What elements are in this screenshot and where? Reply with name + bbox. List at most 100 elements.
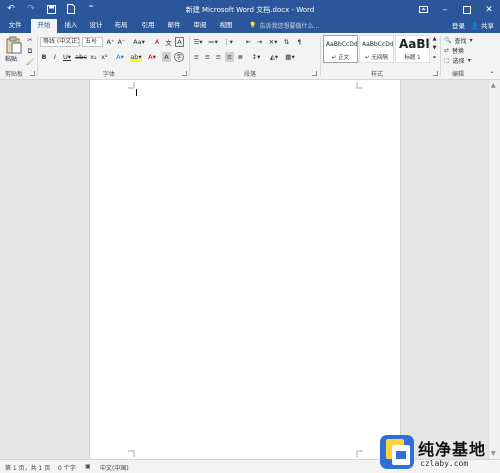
align-left-icon[interactable]: ≡ — [192, 52, 201, 62]
proofing-icon[interactable]: ▣ — [85, 463, 91, 470]
page-count[interactable]: 第 1 页，共 1 页 — [5, 463, 50, 472]
vertical-scrollbar[interactable]: ▲ ▼ — [488, 80, 500, 459]
title-bar: ↶ ↷ ⁼ 新建 Microsoft Word 文档.docx - Word –… — [0, 0, 500, 19]
tab-layout[interactable]: 布局 — [110, 19, 132, 33]
justify-icon[interactable]: ≡ — [225, 52, 234, 62]
chinese-layout-icon[interactable]: ✕▾ — [268, 37, 278, 47]
text-cursor — [136, 89, 137, 96]
align-right-icon[interactable]: ≡ — [214, 52, 223, 62]
replace-label: 替换 — [452, 48, 465, 55]
font-name-select[interactable]: 等线 (中文正文) — [40, 37, 80, 47]
styles-group-label: 样式 — [371, 71, 384, 78]
share-button[interactable]: 👤 共享 — [471, 20, 494, 30]
distributed-icon[interactable]: ≣ — [236, 52, 245, 62]
tab-view[interactable]: 视图 — [215, 19, 237, 33]
clipboard-group-label: 剪贴板 — [5, 71, 24, 78]
tab-file[interactable]: 文件 — [4, 19, 26, 33]
chevron-down-icon: ▾ — [467, 57, 471, 64]
sort-icon[interactable]: ⇅ — [282, 37, 291, 47]
enclose-char-icon[interactable]: 字 — [174, 52, 184, 62]
select-label: 选择 — [452, 58, 465, 65]
line-spacing-icon[interactable]: ↕▾ — [250, 52, 262, 62]
margin-corner-mark — [356, 82, 363, 89]
style-normal[interactable]: AaBbCcDd ↵ 正文 — [323, 35, 358, 63]
char-border-icon[interactable]: A — [175, 37, 184, 47]
bold-icon[interactable]: B — [40, 52, 48, 62]
styles-scroll-up-icon[interactable]: ▲ — [431, 35, 438, 43]
grow-font-icon[interactable]: A⁺ — [106, 37, 115, 47]
tab-mailings[interactable]: 邮件 — [163, 19, 185, 33]
close-icon[interactable]: ✕ — [478, 0, 500, 19]
italic-icon[interactable]: I — [51, 52, 59, 62]
clipboard-launcher-icon[interactable] — [30, 71, 35, 76]
font-color-icon[interactable]: A▾ — [146, 52, 158, 62]
signin-link[interactable]: 登录 — [452, 20, 465, 30]
align-center-icon[interactable]: ≡ — [203, 52, 212, 62]
tab-design[interactable]: 设计 — [85, 19, 107, 33]
style-no-spacing[interactable]: AaBbCcDd ↵ 无间隔 — [359, 35, 394, 63]
phonetic-guide-icon[interactable]: 文 — [164, 37, 173, 47]
new-doc-icon[interactable] — [64, 3, 78, 15]
font-group-label: 字体 — [103, 71, 116, 78]
save-icon[interactable] — [44, 3, 58, 15]
chevron-down-icon: ▾ — [469, 37, 473, 44]
watermark-url: czlaby.com — [420, 459, 469, 468]
style-heading-1[interactable]: AaBl 标题 1 — [395, 35, 430, 63]
paste-button[interactable]: 粘贴 — [5, 54, 17, 63]
ribbon-display-icon[interactable] — [412, 0, 434, 19]
change-case-icon[interactable]: Aa▾ — [132, 37, 146, 47]
style-sample: AaBbCcDd — [362, 41, 394, 48]
select-button[interactable]: ⬚ 选择 ▾ — [444, 56, 471, 65]
minimize-icon[interactable]: – — [434, 0, 456, 19]
borders-icon[interactable]: ▦▾ — [284, 52, 296, 62]
tab-insert[interactable]: 插入 — [60, 19, 82, 33]
clear-format-icon[interactable]: A̸ — [152, 37, 162, 47]
shrink-font-icon[interactable]: A⁻ — [117, 37, 126, 47]
font-launcher-icon[interactable] — [182, 71, 187, 76]
numbering-icon[interactable]: ≔▾ — [207, 37, 219, 47]
multilevel-list-icon[interactable]: ⋮▾ — [222, 37, 234, 47]
underline-icon[interactable]: U▾ — [62, 52, 72, 62]
highlight-icon[interactable]: ab▾ — [130, 52, 142, 62]
paragraph-launcher-icon[interactable] — [312, 71, 317, 76]
cut-icon[interactable]: ✂ — [26, 36, 34, 44]
style-sample: AaBbCcDd — [326, 41, 358, 48]
group-divider — [440, 36, 441, 76]
shading-icon[interactable]: ◭▾ — [268, 52, 280, 62]
show-marks-icon[interactable]: ¶ — [295, 37, 304, 47]
tab-references[interactable]: 引用 — [137, 19, 159, 33]
subscript-icon[interactable]: x₂ — [89, 52, 98, 62]
decrease-indent-icon[interactable]: ⇤ — [244, 37, 253, 47]
language-indicator[interactable]: 中文(中国) — [100, 463, 129, 472]
watermark: 纯净基地 czlaby.com — [376, 430, 500, 473]
scroll-up-icon[interactable]: ▲ — [491, 82, 496, 89]
char-shading-icon[interactable]: A — [162, 52, 171, 62]
copy-icon[interactable]: ⧉ — [26, 47, 34, 55]
text-effects-icon[interactable]: A▾ — [114, 52, 126, 62]
find-button[interactable]: 🔍 查找 ▾ — [444, 36, 473, 45]
styles-launcher-icon[interactable] — [433, 71, 438, 76]
style-label: 标题 1 — [404, 55, 421, 61]
styles-scroll-down-icon[interactable]: ▼ — [431, 44, 438, 52]
increase-indent-icon[interactable]: ⇥ — [255, 37, 264, 47]
styles-more-icon[interactable]: ⏷ — [431, 54, 438, 62]
find-label: 查找 — [454, 38, 467, 45]
format-painter-icon[interactable]: 🖌 — [26, 58, 34, 66]
tab-review[interactable]: 审阅 — [189, 19, 211, 33]
collapse-ribbon-icon[interactable]: ⌃ — [488, 71, 496, 78]
document-page[interactable] — [89, 80, 401, 459]
tab-home[interactable]: 开始 — [31, 19, 57, 33]
replace-button[interactable]: ⇄ 替换 — [444, 46, 464, 55]
maximize-icon[interactable] — [456, 0, 478, 19]
font-size-select[interactable]: 五号 — [82, 37, 103, 47]
strikethrough-icon[interactable]: abc — [75, 52, 87, 62]
superscript-icon[interactable]: x² — [100, 52, 109, 62]
group-divider — [189, 36, 190, 76]
word-count[interactable]: 0 个字 — [58, 463, 76, 472]
undo-icon[interactable]: ↶ — [4, 3, 18, 15]
paste-icon[interactable] — [5, 36, 22, 54]
bullets-icon[interactable]: ☰▾ — [192, 37, 204, 47]
customize-icon[interactable]: ⁼ — [84, 3, 98, 15]
tell-me-box[interactable]: 💡 告诉我您想要做什么... — [249, 21, 319, 30]
redo-icon[interactable]: ↷ — [24, 3, 38, 15]
